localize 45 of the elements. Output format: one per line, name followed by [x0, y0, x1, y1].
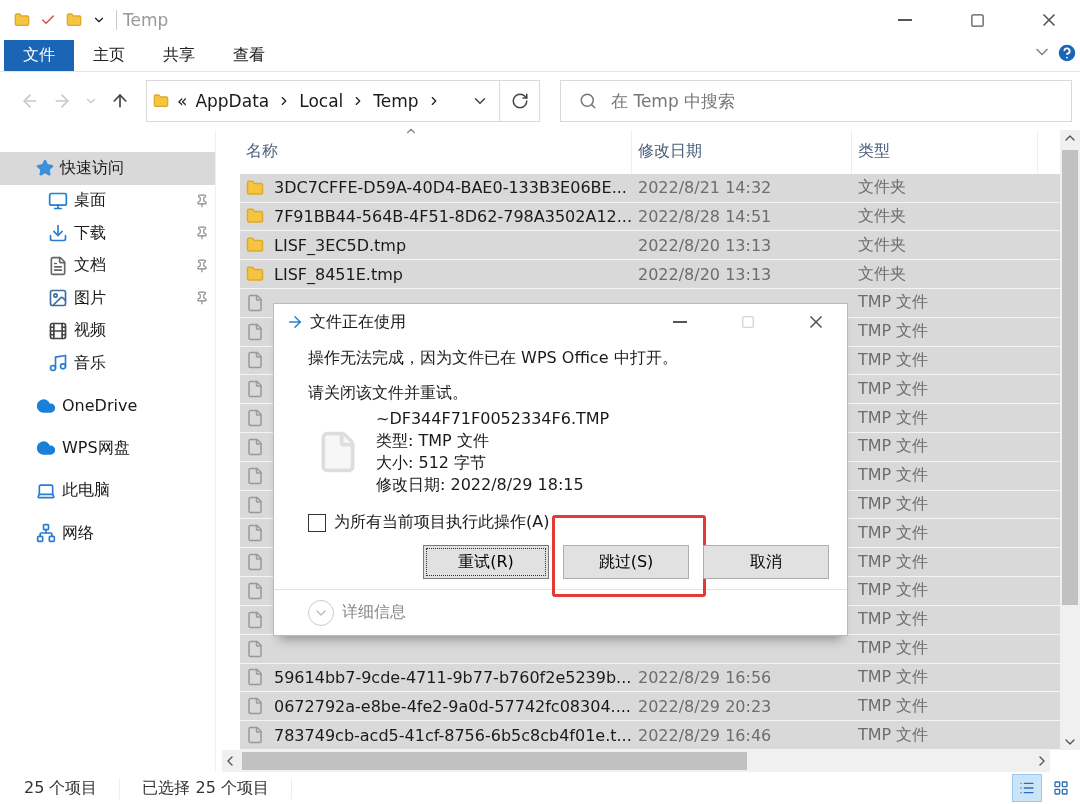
file-type: TMP 文件	[858, 436, 929, 458]
modified-date: 2022/8/29 20:23	[638, 696, 772, 716]
search-placeholder: 在 Temp 中搜索	[611, 89, 736, 113]
file-type: TMP 文件	[858, 638, 929, 660]
file-name: 59614bb7-9cde-4711-9b77-b760f2e5239b...	[274, 667, 632, 687]
window-title: Temp	[116, 10, 864, 30]
modified-date: 2022/8/29 16:56	[638, 667, 772, 687]
selection-count: 已选择 25 个项目	[142, 777, 292, 799]
file-type: TMP 文件	[858, 551, 929, 573]
file-type: TMP 文件	[858, 292, 929, 314]
item-count: 25 个项目	[24, 777, 121, 799]
file-type: TMP 文件	[858, 522, 929, 544]
file-type: TMP 文件	[858, 321, 929, 343]
modified-date: 2022/8/21 14:32	[638, 178, 772, 198]
modified-date: 2022/8/20 13:13	[638, 264, 772, 284]
file-type: TMP 文件	[858, 378, 929, 400]
file-type: TMP 文件	[858, 724, 929, 746]
modified-date: 2022/8/28 14:51	[638, 206, 772, 226]
file-name: LISF_8451E.tmp	[274, 264, 403, 284]
file-name: 7F91BB44-564B-4F51-8D62-798A3502A12...	[273, 206, 632, 226]
error-message: 操作无法完成，因为文件已在 WPS Office 中打开。	[308, 348, 679, 369]
file-name: 0672792a-e8be-4fe2-9a0d-57742fc08304....	[274, 696, 631, 716]
file-type: TMP 文件	[858, 666, 929, 688]
file-type: 文件夹	[858, 205, 906, 227]
file-type: TMP 文件	[858, 609, 929, 631]
file-type: TMP 文件	[858, 350, 929, 371]
file-name: LISF_3EC5D.tmp	[274, 235, 407, 255]
file-size: 大小: 512 字节	[376, 452, 488, 474]
file-modified-date: 修改日期: 2022/8/29 18:15	[376, 474, 585, 496]
dialog-title: 文件正在使用	[310, 311, 407, 333]
file-type: TMP 文件	[858, 465, 929, 487]
modified-date: 2022/8/29 16:46	[638, 725, 772, 745]
hint-text: 请关闭该文件并重试。	[308, 383, 469, 404]
file-type: 文件夹	[858, 263, 906, 285]
file-type: 文件夹	[858, 177, 906, 199]
file-name: 3DC7CFFE-D59A-40D4-BAE0-133B3E06BE...	[274, 178, 627, 198]
file-type: 类型: TMP 文件	[376, 430, 490, 452]
file-type: TMP 文件	[858, 407, 929, 429]
file-type: TMP 文件	[858, 494, 929, 516]
file-type: 文件夹	[858, 234, 906, 256]
file-name: 783749cb-acd5-41cf-8756-6b5c8cb4f01e.t...	[274, 725, 632, 745]
modified-date: 2022/8/20 13:13	[638, 235, 772, 255]
file-type: TMP 文件	[858, 580, 929, 602]
file-name: ~DF344F71F0052334F6.TMP	[376, 408, 610, 430]
file-type: TMP 文件	[858, 695, 929, 717]
